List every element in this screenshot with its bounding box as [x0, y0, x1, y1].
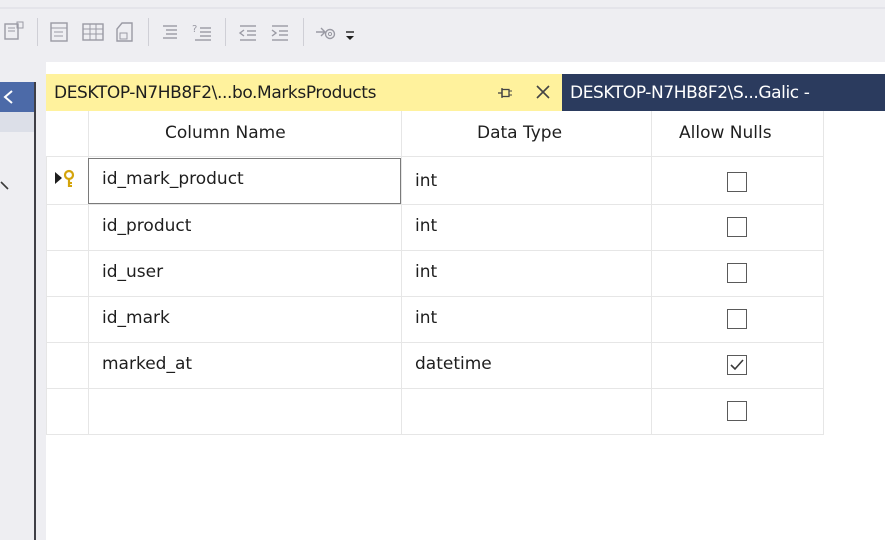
chevron-left-icon[interactable] [2, 89, 16, 105]
allow-nulls-checkbox[interactable] [727, 217, 747, 237]
data-type-cell[interactable]: int [415, 262, 437, 282]
allow-nulls-checkbox[interactable] [727, 172, 747, 192]
tab-label: DESKTOP-N7HB8F2\S...Galic - [570, 83, 810, 103]
increase-indent-icon[interactable] [268, 20, 292, 44]
add-constraint-icon[interactable] [313, 20, 337, 44]
allow-nulls-checkbox[interactable] [727, 263, 747, 283]
header-label: Data Type [477, 123, 563, 143]
tab-galic[interactable]: DESKTOP-N7HB8F2\S...Galic - [562, 74, 885, 111]
toolbar-separator [225, 18, 226, 46]
panel-splitter[interactable] [34, 82, 36, 540]
svg-text:?: ? [192, 24, 197, 35]
table-row[interactable]: id_user int [46, 250, 824, 296]
toolbar-top-strip [0, 7, 885, 9]
grid-line [46, 434, 824, 435]
column-name-cell[interactable]: marked_at [102, 354, 192, 374]
document-tab-strip: DESKTOP-N7HB8F2\...bo.MarksProducts DESK… [46, 74, 885, 111]
table-row[interactable]: id_product int [46, 204, 824, 250]
table-row-new[interactable] [46, 388, 824, 434]
column-name-cell[interactable]: id_user [102, 262, 163, 282]
toolbar-separator [303, 18, 304, 46]
manage-indexes-icon[interactable] [113, 20, 137, 44]
table-row[interactable]: id_mark int [46, 296, 824, 342]
column-name-cell[interactable]: id_product [102, 216, 191, 236]
tree-expander-icon[interactable] [0, 176, 10, 195]
tab-label: DESKTOP-N7HB8F2\...bo.MarksProducts [54, 83, 377, 103]
pin-icon[interactable] [497, 85, 513, 104]
grid-line [46, 156, 824, 157]
toolbar-overflow-icon[interactable] [345, 26, 357, 45]
manage-fulltext-icon[interactable] [158, 20, 182, 44]
column-name-cell[interactable]: id_mark [102, 308, 170, 328]
set-primary-key-icon[interactable] [48, 20, 72, 44]
header-label: Allow Nulls [679, 123, 772, 143]
left-panel-header [0, 82, 34, 112]
close-tab-icon[interactable] [535, 84, 551, 104]
header-label: Column Name [165, 123, 286, 143]
column-header-allow-nulls[interactable]: Allow Nulls [651, 111, 823, 156]
allow-nulls-checkbox[interactable] [727, 309, 747, 329]
generate-change-script-icon[interactable] [2, 20, 26, 44]
column-name-cell[interactable]: id_mark_product [102, 169, 244, 189]
checkmark-icon [730, 359, 744, 371]
relationships-icon[interactable] [81, 20, 105, 44]
tab-marksproducts[interactable]: DESKTOP-N7HB8F2\...bo.MarksProducts [46, 74, 562, 111]
table-row[interactable]: marked_at datetime [46, 342, 824, 388]
table-row[interactable]: id_mark_product int [46, 158, 824, 204]
allow-nulls-checkbox[interactable] [727, 355, 747, 375]
data-type-cell[interactable]: datetime [415, 354, 492, 374]
designer-toolbar: ? [0, 0, 885, 62]
left-panel-toolbar [0, 112, 34, 132]
left-tool-window [0, 62, 46, 540]
data-type-cell[interactable]: int [415, 308, 437, 328]
toolbar-separator [148, 18, 149, 46]
allow-nulls-checkbox[interactable] [727, 401, 747, 421]
toolbar-separator [37, 18, 38, 46]
data-type-cell[interactable]: int [415, 171, 437, 191]
column-header-data-type[interactable]: Data Type [401, 111, 651, 156]
manage-xml-indexes-icon[interactable]: ? [190, 20, 214, 44]
data-type-cell[interactable]: int [415, 216, 437, 236]
column-header-column-name[interactable]: Column Name [88, 111, 401, 156]
decrease-indent-icon[interactable] [236, 20, 260, 44]
